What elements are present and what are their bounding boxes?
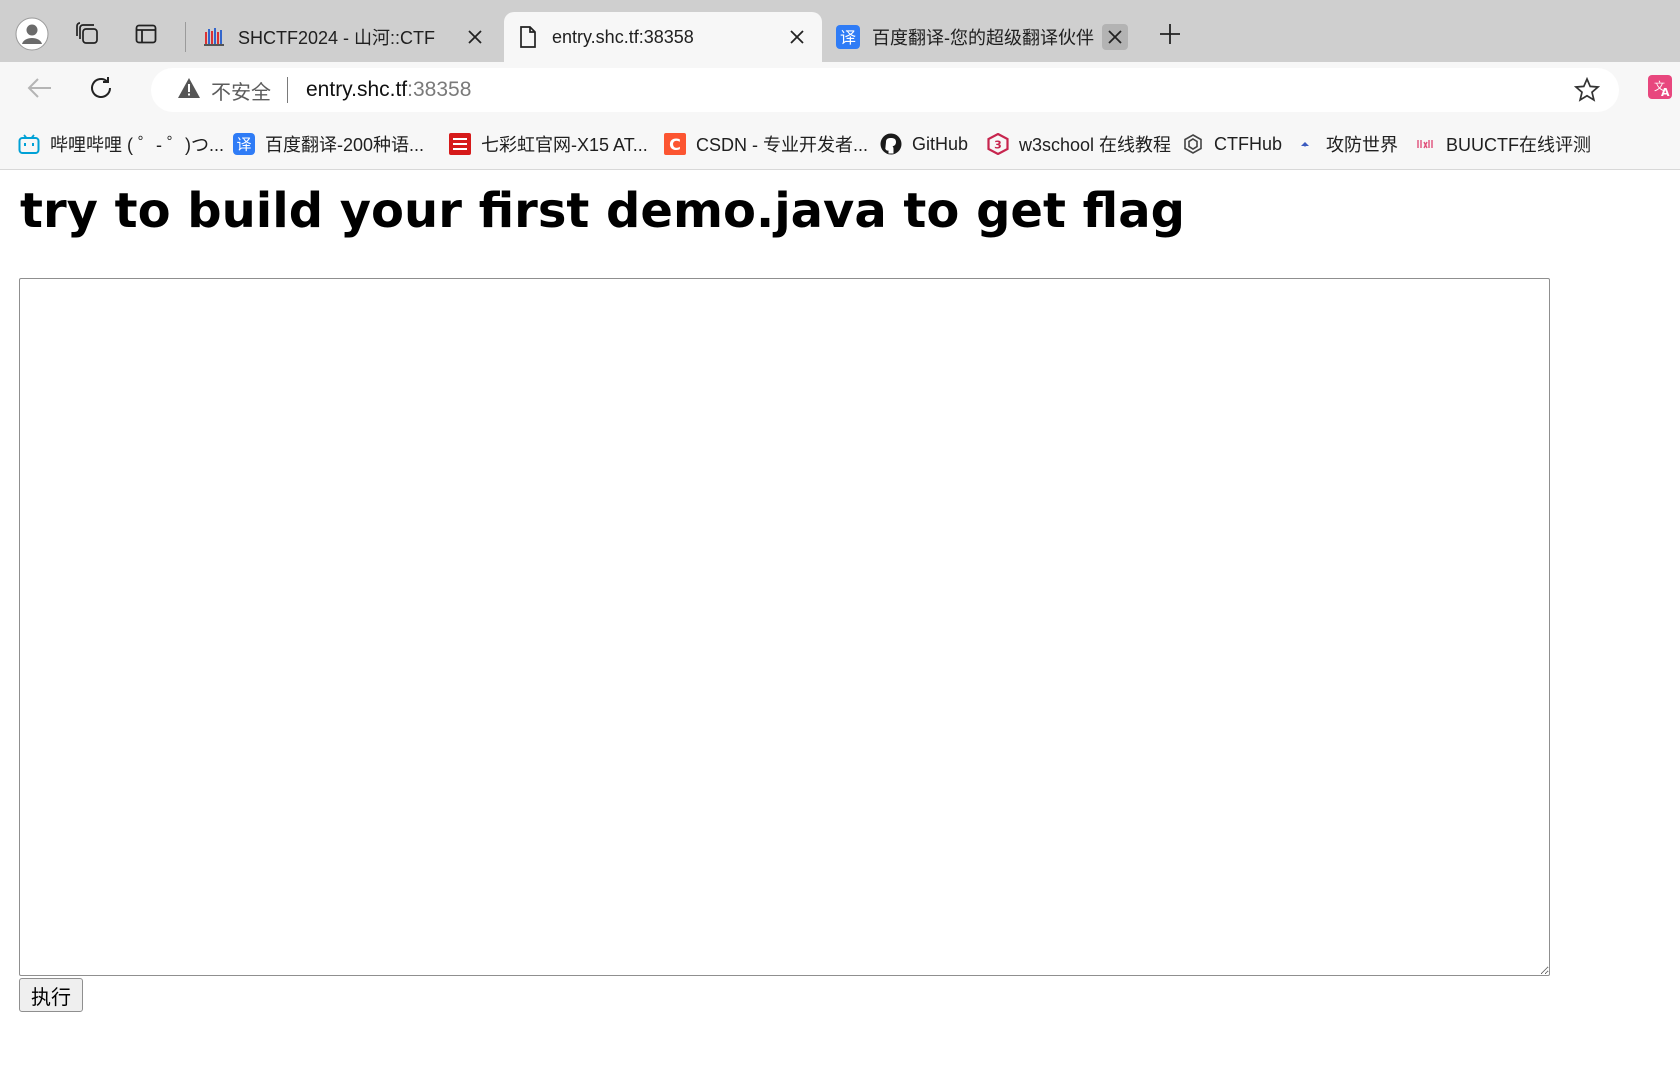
w3school-icon: 3 [987, 133, 1009, 155]
profile-icon [15, 17, 49, 56]
tab-title: 百度翻译-您的超级翻译伙伴（文 [872, 28, 1102, 48]
bilibili-icon [18, 133, 40, 155]
bookmark-w3school[interactable]: 3 w3school 在线教程 [987, 130, 1171, 158]
bookmark-colorful[interactable]: 七彩虹官网-X15 AT... [449, 130, 648, 158]
tab-shctf[interactable]: SHCTF2024 - 山河::CTF [190, 12, 500, 62]
close-icon [790, 30, 804, 44]
execute-button[interactable]: 执行 [19, 978, 83, 1012]
csdn-icon: C [664, 133, 686, 155]
svg-text:C: C [669, 135, 681, 154]
page-icon [516, 25, 540, 49]
ctfhub-icon [1182, 133, 1204, 155]
url-host[interactable]: entry.shc.tf [306, 78, 407, 102]
close-icon [1108, 30, 1122, 44]
shctf-favicon-icon [202, 25, 226, 49]
tab-title: SHCTF2024 - 山河::CTF [238, 28, 436, 48]
svg-text:译: 译 [236, 136, 251, 154]
bookmark-label: BUUCTF在线评测 [1446, 135, 1591, 155]
bookmark-label: 攻防世界 [1326, 135, 1398, 155]
plus-icon [1159, 23, 1181, 50]
bookmark-label: 哔哩哔哩 ( ゜- ゜)つ... [50, 135, 224, 155]
refresh-button[interactable] [80, 69, 122, 111]
svg-text:A: A [1661, 86, 1670, 99]
bookmarks-bar: 哔哩哔哩 ( ゜- ゜)つ... 译 百度翻译-200种语... 七彩虹官网-X… [0, 118, 1680, 170]
url-port[interactable]: :38358 [407, 78, 471, 102]
adworld-icon [1294, 133, 1316, 155]
svg-text:译: 译 [840, 28, 856, 47]
close-icon [468, 30, 482, 44]
bookmark-label: CTFHub [1214, 133, 1283, 154]
github-icon [880, 133, 902, 155]
bookmark-bilibili[interactable]: 哔哩哔哩 ( ゜- ゜)つ... [18, 130, 224, 158]
web-page: try to build your first demo.java to get… [6, 171, 1680, 1068]
address-separator [287, 77, 288, 103]
tab-title: entry.shc.tf:38358 [552, 26, 694, 47]
tab-baidu-translate[interactable]: 译 百度翻译-您的超级翻译伙伴（文 [824, 12, 1140, 62]
profile-button[interactable] [11, 15, 53, 57]
navigation-toolbar: 不安全 entry.shc.tf:38358 文A [0, 62, 1680, 118]
browser-window: SHCTF2024 - 山河::CTF entry.shc.tf:38358 译… [0, 0, 1680, 1068]
collections-icon [75, 21, 101, 52]
tab-close-button[interactable] [1102, 24, 1128, 50]
refresh-icon [88, 75, 114, 106]
workspaces-button[interactable] [67, 15, 109, 57]
bookmark-buuctf[interactable]: BUUCTF在线评测 [1414, 130, 1591, 158]
address-bar[interactable]: 不安全 entry.shc.tf:38358 [151, 68, 1619, 112]
vertical-tabs-button[interactable] [125, 15, 167, 57]
back-arrow-icon [27, 77, 53, 104]
tab-entry[interactable]: entry.shc.tf:38358 [504, 12, 822, 62]
svg-text:3: 3 [994, 139, 1002, 152]
tab-actions-icon [134, 22, 158, 51]
translate-extension-icon: 文A [1648, 74, 1672, 104]
star-icon [1574, 77, 1600, 102]
bookmark-label: 七彩虹官网-X15 AT... [481, 135, 648, 155]
bookmark-label: w3school 在线教程 [1019, 135, 1172, 155]
favorite-button[interactable] [1573, 76, 1601, 104]
tab-strip: SHCTF2024 - 山河::CTF entry.shc.tf:38358 译… [0, 0, 1680, 62]
bookmark-label: GitHub [912, 133, 969, 154]
security-label[interactable]: 不安全 [211, 76, 271, 105]
page-title: try to build your first demo.java to get… [20, 183, 1185, 239]
translate-extension-button[interactable]: 文A [1646, 74, 1674, 104]
back-button[interactable] [19, 69, 61, 111]
bookmark-csdn[interactable]: C CSDN - 专业开发者... [664, 130, 868, 158]
bookmark-baidu-translate[interactable]: 译 百度翻译-200种语... [233, 130, 424, 158]
tab-close-button[interactable] [462, 24, 488, 50]
baidu-translate-favicon-icon: 译 [836, 25, 860, 49]
bookmark-adworld[interactable]: 攻防世界 [1294, 130, 1398, 158]
baidu-translate-icon: 译 [233, 133, 255, 155]
not-secure-warning-icon[interactable] [177, 77, 201, 104]
buuctf-icon [1414, 133, 1436, 155]
tab-separator [185, 22, 186, 52]
bookmark-label: 百度翻译-200种语... [265, 135, 425, 155]
new-tab-button[interactable] [1149, 15, 1191, 57]
bookmark-label: CSDN - 专业开发者... [696, 135, 869, 155]
bookmark-ctfhub[interactable]: CTFHub [1182, 130, 1282, 158]
tab-close-button[interactable] [784, 24, 810, 50]
bookmark-github[interactable]: GitHub [880, 130, 968, 158]
colorful-icon [449, 133, 471, 155]
code-textarea[interactable] [19, 278, 1550, 976]
